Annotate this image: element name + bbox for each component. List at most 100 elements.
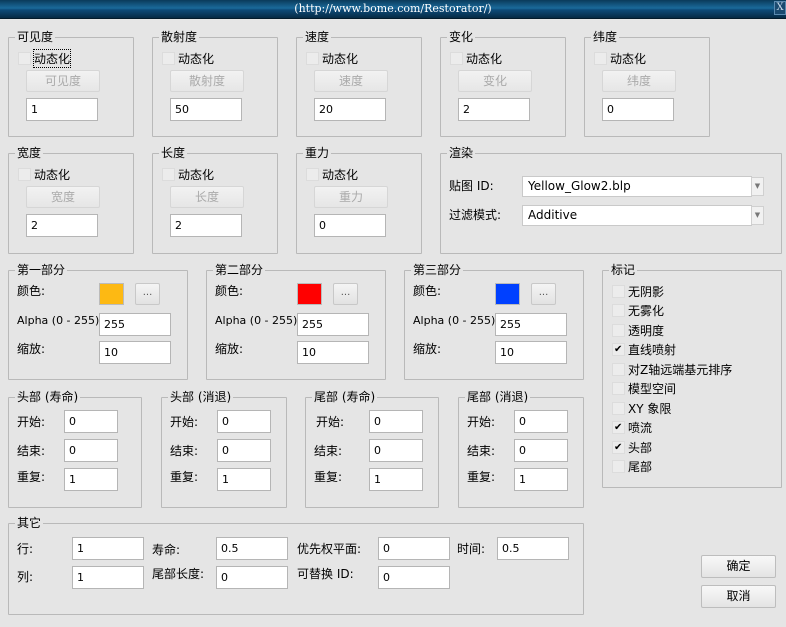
param-value-input[interactable]: 20 (314, 98, 386, 121)
param-value-input[interactable]: 2 (170, 214, 242, 237)
param-group-title: 长度 (159, 145, 188, 161)
tail-length-input[interactable]: 0 (216, 566, 288, 589)
alpha-input[interactable]: 255 (495, 313, 567, 336)
dynamic-checkbox[interactable] (162, 167, 175, 181)
flag-checkbox[interactable] (612, 382, 625, 395)
dynamic-checkbox-row[interactable]: 动态化 (18, 166, 70, 182)
start-input[interactable]: 0 (514, 410, 568, 433)
param-dynamic-button[interactable]: 重力 (314, 186, 388, 208)
param-value-input[interactable]: 2 (26, 214, 98, 237)
texture-id-select[interactable]: Yellow_Glow2.blp (522, 176, 752, 197)
flag-checkbox-row[interactable]: 尾部 (612, 459, 652, 475)
dynamic-checkbox[interactable] (306, 51, 319, 65)
repeat-input[interactable]: 1 (64, 468, 118, 491)
param-dynamic-button[interactable]: 宽度 (26, 186, 100, 208)
dynamic-checkbox-row[interactable]: 动态化 (18, 48, 72, 68)
alpha-label: Alpha (0 - 255): (215, 314, 302, 327)
param-value-input[interactable]: 50 (170, 98, 242, 121)
param-dynamic-button[interactable]: 速度 (314, 70, 388, 92)
flag-checkbox[interactable] (612, 421, 625, 434)
flag-checkbox[interactable] (612, 362, 625, 376)
dynamic-checkbox[interactable] (306, 167, 319, 181)
end-input[interactable]: 0 (369, 439, 423, 462)
dynamic-checkbox[interactable] (594, 51, 607, 65)
repeat-input[interactable]: 1 (217, 468, 271, 491)
color-swatch[interactable] (99, 283, 124, 305)
flag-checkbox[interactable] (612, 304, 625, 317)
replaceable-id-input[interactable]: 0 (378, 566, 450, 589)
flag-checkbox-row[interactable]: 模型空间 (612, 381, 676, 397)
filter-mode-select[interactable]: Additive (522, 205, 752, 226)
cols-input[interactable]: 1 (72, 566, 144, 589)
flag-checkbox[interactable] (612, 401, 625, 415)
filter-mode-dropdown-button[interactable]: ▼ (751, 206, 764, 225)
flag-checkbox[interactable] (612, 323, 625, 337)
color-swatch[interactable] (297, 283, 322, 305)
dynamic-checkbox[interactable] (450, 51, 463, 65)
dynamic-checkbox-row[interactable]: 动态化 (162, 50, 214, 66)
param-dynamic-button[interactable]: 散射度 (170, 70, 244, 92)
color-picker-button[interactable]: ... (531, 283, 556, 305)
texture-id-dropdown-button[interactable]: ▼ (751, 177, 764, 196)
scale-input[interactable]: 10 (99, 341, 171, 364)
life-input[interactable]: 0.5 (216, 537, 288, 560)
param-dynamic-button[interactable]: 变化 (458, 70, 532, 92)
end-label: 结束: (170, 444, 199, 458)
priority-plane-input[interactable]: 0 (378, 537, 450, 560)
param-dynamic-button[interactable]: 可见度 (26, 70, 100, 92)
flag-checkbox-row[interactable]: 透明度 (612, 322, 664, 338)
flag-checkbox-row[interactable]: 喷流 (612, 420, 652, 436)
param-value-input[interactable]: 2 (458, 98, 530, 121)
flag-checkbox[interactable] (612, 460, 625, 473)
scale-input[interactable]: 10 (297, 341, 369, 364)
alpha-input[interactable]: 255 (297, 313, 369, 336)
flag-checkbox[interactable] (612, 440, 625, 454)
ok-button[interactable]: 确定 (701, 555, 776, 578)
flag-checkbox[interactable] (612, 284, 625, 298)
flag-checkbox-row[interactable]: 无雾化 (612, 303, 664, 319)
param-value-input[interactable]: 1 (26, 98, 98, 121)
param-value-input[interactable]: 0 (602, 98, 674, 121)
dynamic-checkbox[interactable] (162, 51, 175, 65)
repeat-input[interactable]: 1 (369, 468, 423, 491)
param-group: 可见度 动态化 可见度 1 (8, 29, 134, 137)
param-value-input[interactable]: 0 (314, 214, 386, 237)
time-input[interactable]: 0.5 (497, 537, 569, 560)
dynamic-checkbox-row[interactable]: 动态化 (306, 166, 358, 182)
close-button[interactable]: X (774, 1, 786, 15)
rows-input[interactable]: 1 (72, 537, 144, 560)
end-input[interactable]: 0 (514, 439, 568, 462)
dynamic-checkbox-row[interactable]: 动态化 (594, 50, 646, 66)
flag-checkbox-row[interactable]: 头部 (612, 439, 652, 455)
start-input[interactable]: 0 (217, 410, 271, 433)
flag-checkbox-row[interactable]: 对Z轴远端基元排序 (612, 361, 732, 377)
dynamic-checkbox-row[interactable]: 动态化 (162, 166, 214, 182)
color-picker-button[interactable]: ... (135, 283, 160, 305)
flag-checkbox[interactable] (612, 343, 625, 356)
param-dynamic-button[interactable]: 纬度 (602, 70, 676, 92)
start-input[interactable]: 0 (64, 410, 118, 433)
cancel-button[interactable]: 取消 (701, 585, 776, 608)
param-group-title: 宽度 (15, 145, 44, 161)
color-picker-button[interactable]: ... (333, 283, 358, 305)
scale-input[interactable]: 10 (495, 341, 567, 364)
dynamic-checkbox-label: 动态化 (610, 51, 647, 66)
dynamic-checkbox[interactable] (18, 51, 31, 65)
color-label: 颜色: (215, 284, 244, 298)
flag-checkbox-row[interactable]: 无阴影 (612, 283, 664, 299)
dynamic-checkbox[interactable] (18, 167, 31, 181)
param-dynamic-button[interactable]: 长度 (170, 186, 244, 208)
start-input[interactable]: 0 (369, 410, 423, 433)
end-input[interactable]: 0 (64, 439, 118, 462)
flag-checkbox-row[interactable]: 直线喷射 (612, 342, 676, 358)
replaceable-id-label: 可替换 ID: (297, 567, 354, 581)
cols-label: 列: (17, 570, 34, 584)
alpha-input[interactable]: 255 (99, 313, 171, 336)
color-swatch[interactable] (495, 283, 520, 305)
flag-label: 对Z轴远端基元排序 (628, 362, 733, 377)
end-input[interactable]: 0 (217, 439, 271, 462)
flag-checkbox-row[interactable]: XY 象限 (612, 400, 671, 416)
repeat-input[interactable]: 1 (514, 468, 568, 491)
dynamic-checkbox-row[interactable]: 动态化 (306, 50, 358, 66)
dynamic-checkbox-row[interactable]: 动态化 (450, 50, 502, 66)
